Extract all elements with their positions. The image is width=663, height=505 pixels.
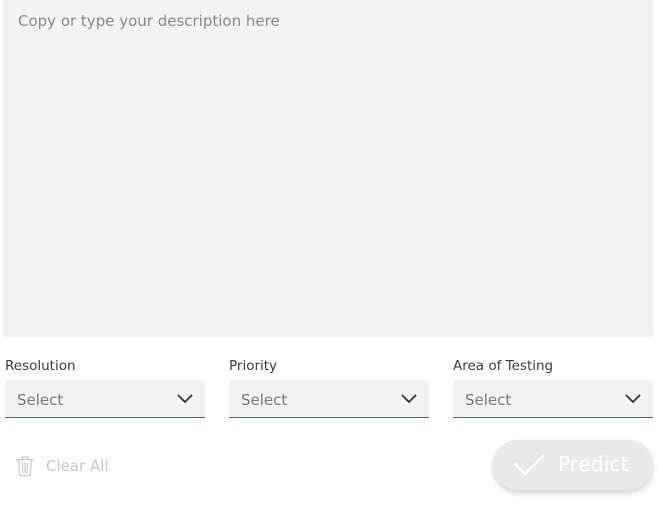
- priority-field: Priority Select: [229, 358, 429, 418]
- predict-label: Predict: [558, 452, 629, 476]
- priority-select-value: Select: [241, 391, 288, 409]
- chevron-down-icon: [625, 394, 641, 403]
- resolution-select[interactable]: Select: [5, 380, 205, 418]
- resolution-select-value: Select: [17, 391, 64, 409]
- resolution-field: Resolution Select: [5, 358, 205, 418]
- clear-all-button[interactable]: Clear All: [15, 454, 109, 478]
- prediction-form: Resolution Select Priority Select Area o…: [0, 0, 663, 505]
- description-textarea[interactable]: [3, 0, 653, 337]
- resolution-label: Resolution: [5, 358, 76, 374]
- area-of-testing-select[interactable]: Select: [453, 380, 653, 418]
- area-of-testing-select-value: Select: [465, 391, 512, 409]
- trash-icon: [15, 456, 35, 477]
- chevron-down-icon: [177, 394, 193, 403]
- chevron-down-icon: [401, 394, 417, 403]
- predict-button[interactable]: Predict: [493, 440, 653, 490]
- priority-select[interactable]: Select: [229, 380, 429, 418]
- area-of-testing-field: Area of Testing Select: [453, 358, 653, 418]
- checkmark-icon: [513, 454, 545, 476]
- area-of-testing-label: Area of Testing: [453, 358, 554, 374]
- clear-all-label: Clear All: [46, 457, 109, 475]
- priority-label: Priority: [229, 358, 278, 374]
